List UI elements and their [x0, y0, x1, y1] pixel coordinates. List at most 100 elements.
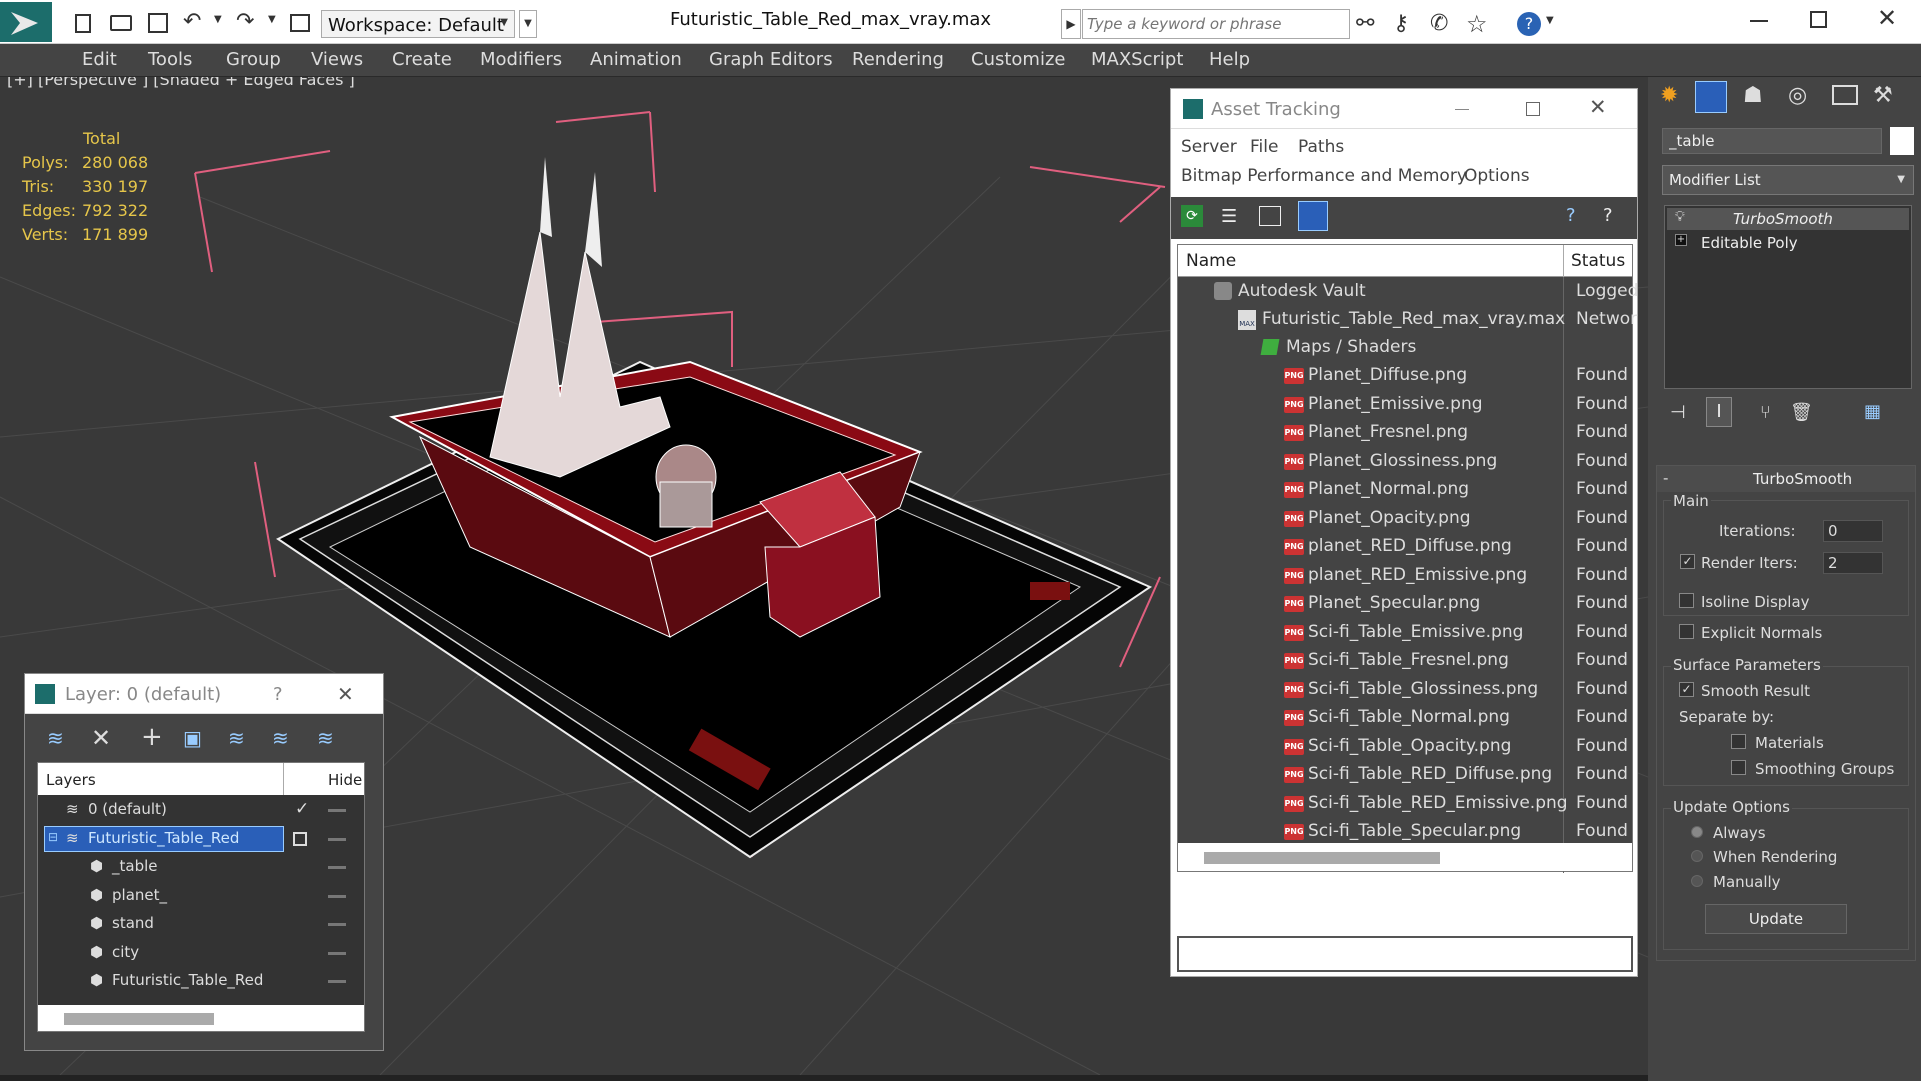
menu-paths[interactable]: Paths [1298, 137, 1344, 157]
tree-row-maps[interactable]: Maps / Shaders [1178, 334, 1632, 362]
menu-group[interactable]: Group [226, 49, 281, 70]
undo-icon[interactable]: ↶ [183, 9, 201, 34]
menu-customize[interactable]: Customize [971, 49, 1065, 70]
column-divider[interactable] [1563, 245, 1564, 277]
iterations-spinner[interactable]: 0 [1823, 520, 1883, 542]
table-row[interactable]: PNG Planet_Specular.png Found [1178, 590, 1632, 618]
save-file-icon[interactable] [148, 13, 168, 33]
horizontal-scrollbar[interactable] [1178, 843, 1632, 871]
table-row[interactable]: PNG Sci-fi_Table_Glossiness.png Found [1178, 676, 1632, 704]
list-item[interactable]: ⬢ city [38, 940, 364, 966]
motion-tab-icon[interactable]: ◎ [1788, 83, 1807, 108]
menu-server[interactable]: Server [1181, 137, 1237, 157]
list-item[interactable]: ⬢ planet_ [38, 883, 364, 909]
search-expand-icon[interactable]: ▶ [1061, 9, 1081, 39]
key-icon[interactable]: ⚷ [1393, 11, 1409, 36]
hide-toggle-icon[interactable] [328, 923, 346, 926]
workspace-select[interactable]: Workspace: Default ▼ [321, 10, 515, 38]
column-status-header[interactable]: Status [1571, 251, 1625, 271]
table-row[interactable]: PNG planet_RED_Emissive.png Found [1178, 562, 1632, 590]
set-current-checkbox[interactable] [293, 831, 307, 846]
rollout-header[interactable]: - TurboSmooth [1657, 466, 1915, 492]
display-tab-icon[interactable] [1832, 85, 1858, 105]
table-row[interactable]: PNG Planet_Emissive.png Found [1178, 391, 1632, 419]
maximize-icon[interactable] [1810, 11, 1827, 28]
lightbulb-icon[interactable]: 💡︎ [1675, 209, 1685, 225]
render-iters-checkbox[interactable]: ✓ [1680, 554, 1695, 569]
refresh-icon[interactable]: ⟳ [1181, 205, 1203, 227]
help-icon[interactable]: ? [1517, 12, 1541, 36]
table-row[interactable]: PNG Sci-fi_Table_RED_Diffuse.png Found [1178, 761, 1632, 789]
menu-graph-editors[interactable]: Graph Editors [709, 49, 833, 70]
delete-layer-icon[interactable]: ✕ [91, 724, 111, 752]
highlight-layer-icon[interactable]: ≋ [317, 726, 334, 750]
project-folder-icon[interactable] [290, 14, 310, 32]
explicit-normals-checkbox[interactable] [1679, 624, 1694, 639]
new-file-icon[interactable] [75, 14, 91, 33]
menu-maxscript[interactable]: MAXScript [1091, 49, 1183, 70]
search-input[interactable] [1082, 9, 1350, 39]
list-item[interactable]: ⬢ _table [38, 854, 364, 880]
layers-column-header[interactable]: Layers [46, 771, 96, 789]
object-color-swatch[interactable] [1890, 127, 1914, 155]
minimize-icon[interactable] [1750, 20, 1768, 22]
satellite-icon[interactable]: ✆ [1430, 11, 1448, 36]
layer-scrollbar[interactable] [38, 1005, 364, 1031]
pin-stack-icon[interactable]: ⊣ [1670, 402, 1686, 423]
close-icon[interactable]: ✕ [337, 682, 354, 706]
help-dropdown-icon[interactable]: ▼ [1546, 15, 1554, 26]
menu-views[interactable]: Views [311, 49, 363, 70]
close-icon[interactable]: ✕ [1589, 95, 1607, 119]
menu-help[interactable]: Help [1209, 49, 1250, 70]
undo-dropdown-icon[interactable]: ▼ [214, 14, 222, 25]
layer-scrollbar-thumb[interactable] [64, 1013, 214, 1025]
table-row[interactable]: PNG Sci-fi_Table_Fresnel.png Found [1178, 647, 1632, 675]
list-view-icon[interactable]: ☰ [1221, 206, 1237, 227]
table-row[interactable]: PNG Planet_Opacity.png Found [1178, 505, 1632, 533]
column-name-header[interactable]: Name [1186, 251, 1236, 271]
render-iters-spinner[interactable]: 2 [1823, 552, 1883, 574]
utilities-tab-icon[interactable]: ⚒ [1873, 83, 1893, 108]
table-row[interactable]: PNG Planet_Normal.png Found [1178, 476, 1632, 504]
hide-column-header[interactable]: Hide [328, 771, 362, 789]
table-row[interactable]: PNG Sci-fi_Table_Specular.png Found [1178, 818, 1632, 846]
manually-radio[interactable] [1691, 875, 1703, 887]
menu-bitmap-performance[interactable]: Bitmap Performance and Memory [1181, 166, 1467, 186]
vault-help-icon[interactable]: ? [1566, 205, 1576, 226]
viewport-label[interactable]: [+] [Perspective ] [Shaded + Edged Faces… [7, 77, 355, 89]
hide-toggle-icon[interactable] [328, 837, 346, 841]
configure-modifier-sets-icon[interactable]: ▦ [1864, 401, 1881, 422]
hide-toggle-icon[interactable] [328, 866, 346, 869]
menu-create[interactable]: Create [392, 49, 452, 70]
tree-row-vault[interactable]: Autodesk Vault Logged [1178, 278, 1638, 306]
minimize-icon[interactable] [1455, 109, 1469, 110]
list-item[interactable]: ≋ 0 (default) ✓ [38, 797, 364, 823]
smoothing-groups-checkbox[interactable] [1731, 760, 1746, 775]
make-unique-icon[interactable]: ⑂ [1760, 402, 1771, 423]
create-layer-icon[interactable]: ≋ [47, 726, 64, 750]
redo-dropdown-icon[interactable]: ▼ [268, 14, 276, 25]
remove-modifier-icon[interactable]: 🗑︎ [1790, 402, 1813, 423]
list-item[interactable]: ⬢ Futuristic_Table_Red [38, 968, 364, 994]
layer-column-divider[interactable] [283, 763, 284, 795]
set-current-layer-icon[interactable]: ≋ [272, 726, 289, 750]
table-view-icon[interactable] [1298, 201, 1328, 231]
menu-animation[interactable]: Animation [590, 49, 682, 70]
object-name-field[interactable] [1662, 128, 1882, 154]
table-row[interactable]: PNG Planet_Glossiness.png Found [1178, 448, 1632, 476]
hide-toggle-icon[interactable] [328, 894, 346, 898]
list-item[interactable]: ⊟ ≋ Futuristic_Table_Red [38, 825, 364, 852]
stack-item-editable-poly[interactable]: + Editable Poly [1667, 232, 1909, 254]
menu-modifiers[interactable]: Modifiers [480, 49, 562, 70]
binoculars-icon[interactable]: ⚯ [1356, 11, 1374, 36]
layer-titlebar[interactable]: Layer: 0 (default) ? ✕ [25, 674, 383, 714]
menu-edit[interactable]: Edit [82, 49, 117, 70]
update-button[interactable]: Update [1705, 904, 1847, 934]
isoline-checkbox[interactable] [1679, 593, 1694, 608]
add-to-layer-icon[interactable]: + [141, 722, 163, 752]
collapse-icon[interactable]: ⊟ [48, 830, 58, 844]
workspace-menu-icon[interactable]: ▼ [519, 10, 537, 38]
table-row[interactable]: PNG planet_RED_Diffuse.png Found [1178, 533, 1632, 561]
close-icon[interactable]: ✕ [1877, 4, 1897, 32]
show-end-result-icon[interactable]: I [1706, 397, 1732, 427]
